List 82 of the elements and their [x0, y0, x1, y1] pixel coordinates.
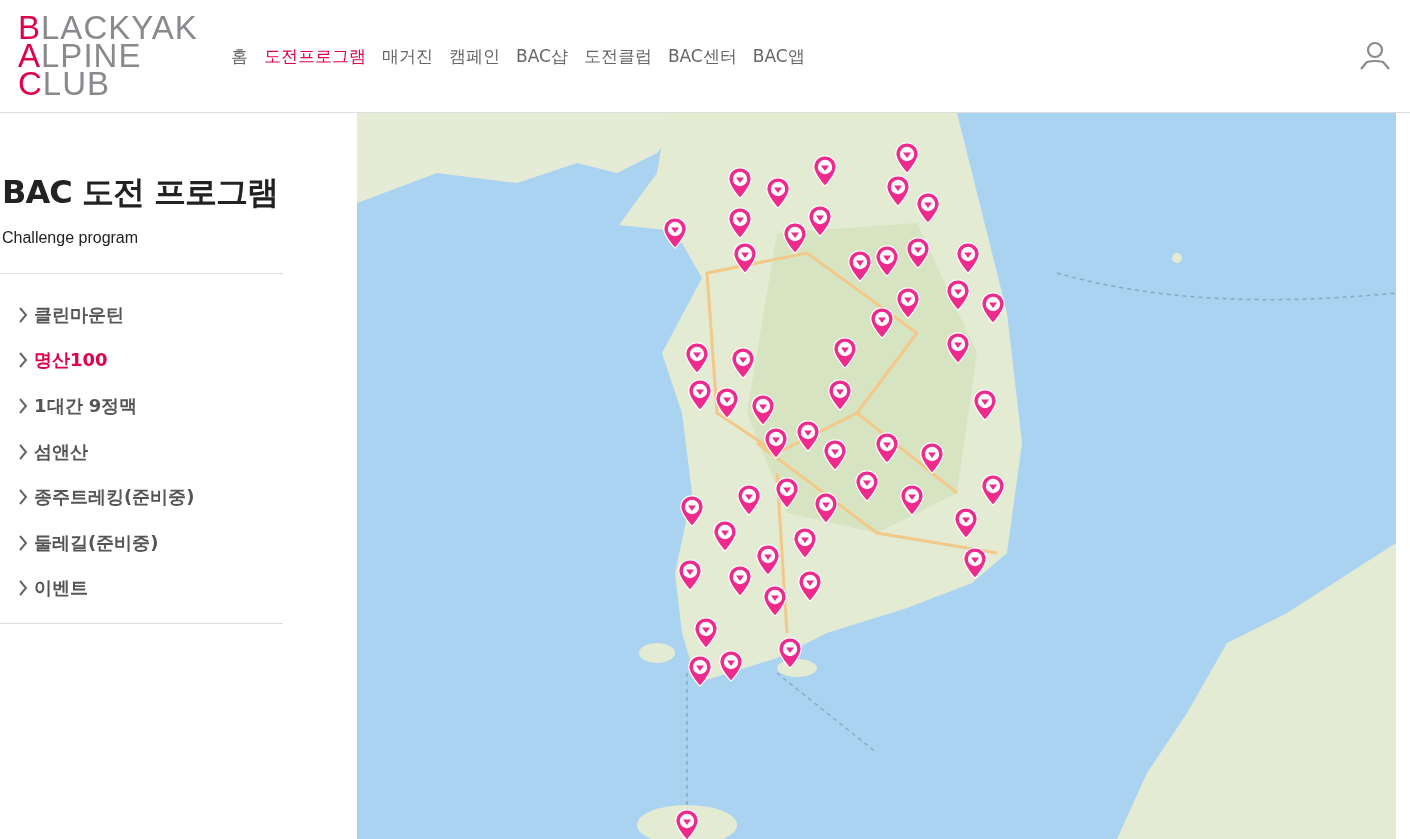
- map-pin-icon[interactable]: [675, 809, 699, 839]
- sidebar-item[interactable]: 종주트레킹(준비중): [18, 474, 283, 520]
- map-pin-icon[interactable]: [715, 387, 739, 419]
- nav-link[interactable]: 매거진: [382, 44, 433, 68]
- map-pin-icon[interactable]: [946, 279, 970, 311]
- map-pin-icon[interactable]: [731, 347, 755, 379]
- map-pin-icon[interactable]: [751, 394, 775, 426]
- map-pin-icon[interactable]: [808, 205, 832, 237]
- map-pin-icon[interactable]: [900, 484, 924, 516]
- map-pin-icon[interactable]: [688, 379, 712, 411]
- map-pin-icon[interactable]: [756, 544, 780, 576]
- map-pin-icon[interactable]: [973, 389, 997, 421]
- sidebar-item[interactable]: 둘레길(준비중): [18, 519, 283, 566]
- map-pin-icon[interactable]: [870, 307, 894, 339]
- chevron-icon: [18, 534, 28, 551]
- map-pin-icon[interactable]: [813, 155, 837, 187]
- map-pin-icon[interactable]: [981, 474, 1005, 506]
- map-pin-icon[interactable]: [719, 650, 743, 682]
- map-pin-icon[interactable]: [956, 242, 980, 274]
- sidebar-item[interactable]: 섬앤산: [18, 428, 283, 475]
- map-pin-icon[interactable]: [896, 287, 920, 319]
- sidebar-item[interactable]: 이벤트: [18, 565, 283, 612]
- map-pin-icon[interactable]: [763, 585, 787, 617]
- sidebar-item[interactable]: 1대간 9정맥: [18, 383, 283, 429]
- map-pin-icon[interactable]: [737, 484, 761, 516]
- chevron-icon: [18, 306, 28, 323]
- nav-link[interactable]: 캠페인: [449, 44, 500, 68]
- map-pin-icon[interactable]: [688, 655, 712, 687]
- page-title: BAC 도전 프로그램: [2, 172, 279, 213]
- map-pin-icon[interactable]: [814, 492, 838, 524]
- logo-text: BLACKYAK: [18, 14, 199, 42]
- logo-text: CLUB: [18, 70, 111, 98]
- map-pin-icon[interactable]: [886, 175, 910, 207]
- map-pin-icon[interactable]: [875, 245, 899, 277]
- map-pin-icon[interactable]: [778, 637, 802, 669]
- map-pin-icon[interactable]: [680, 495, 704, 527]
- map-pin-icon[interactable]: [828, 379, 852, 411]
- map-pin-icon[interactable]: [663, 217, 687, 249]
- map-pin-icon[interactable]: [694, 617, 718, 649]
- page-subtitle: Challenge program: [2, 229, 140, 247]
- map-pin-icon[interactable]: [875, 432, 899, 464]
- map-pin-icon[interactable]: [728, 565, 752, 597]
- chevron-icon: [18, 580, 28, 597]
- chevron-icon: [18, 352, 28, 369]
- map-pin-icon[interactable]: [764, 427, 788, 459]
- map-pin-icon[interactable]: [855, 470, 879, 502]
- map-pin-icon[interactable]: [713, 520, 737, 552]
- map-pin-icon[interactable]: [793, 527, 817, 559]
- map-pin-icon[interactable]: [783, 222, 807, 254]
- map-pin-icon[interactable]: [848, 250, 872, 282]
- map-pin-icon[interactable]: [916, 192, 940, 224]
- map-pin-icon[interactable]: [775, 477, 799, 509]
- map-pin-icon[interactable]: [685, 342, 709, 374]
- map-pin-icon[interactable]: [733, 242, 757, 274]
- logo-text: ALPINE: [18, 42, 142, 70]
- nav-link[interactable]: 도전클럽: [583, 44, 652, 68]
- map-pin-icon[interactable]: [728, 167, 752, 199]
- map-pin-icon[interactable]: [895, 142, 919, 174]
- chevron-icon: [18, 443, 28, 460]
- nav-link[interactable]: BAC센터: [667, 44, 737, 68]
- map-pin-icon[interactable]: [798, 570, 822, 602]
- nav-link[interactable]: 도전프로그램: [264, 44, 366, 68]
- logo[interactable]: BLACKYAK ALPINE CLUB: [18, 14, 231, 98]
- map-pin-icon[interactable]: [678, 559, 702, 591]
- map-pin-icon[interactable]: [906, 237, 930, 269]
- map-pin-icon[interactable]: [728, 207, 752, 239]
- map-pin-icon[interactable]: [963, 547, 987, 579]
- map-pin-icon[interactable]: [823, 439, 847, 471]
- map-pin-icon[interactable]: [946, 332, 970, 364]
- map-pin-icon[interactable]: [796, 420, 820, 452]
- nav-link[interactable]: BAC앱: [752, 44, 805, 68]
- nav-link[interactable]: BAC샵: [516, 44, 568, 68]
- nav-link[interactable]: 홈: [231, 44, 248, 68]
- map-pin-icon[interactable]: [920, 442, 944, 474]
- sidebar-item[interactable]: 명산100: [18, 337, 283, 384]
- map-pin-icon[interactable]: [954, 507, 978, 539]
- chevron-icon: [18, 398, 28, 414]
- sidebar-item[interactable]: 클린마운틴: [18, 292, 283, 338]
- chevron-icon: [18, 489, 28, 506]
- map-pin-icon[interactable]: [833, 337, 857, 369]
- map-pin-icon[interactable]: [766, 177, 790, 209]
- map-pin-icon[interactable]: [981, 292, 1005, 324]
